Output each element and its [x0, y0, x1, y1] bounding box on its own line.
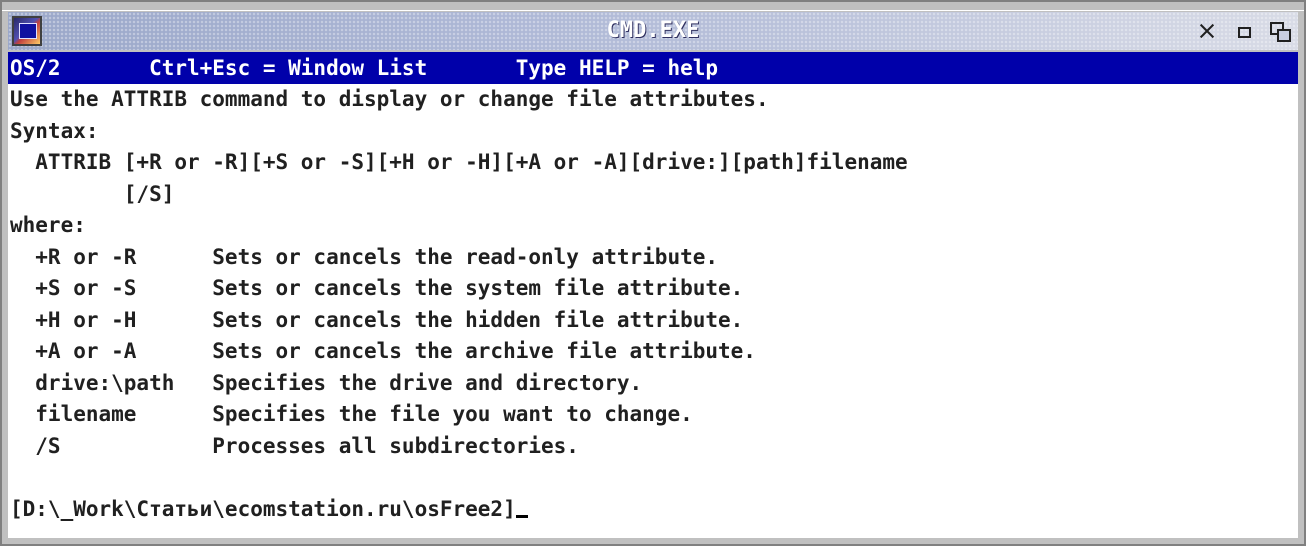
- window-title: CMD.EXE: [606, 18, 700, 43]
- minimize-icon[interactable]: [1230, 18, 1256, 44]
- console-line: Use the ATTRIB command to display or cha…: [10, 87, 769, 111]
- command-prompt: [D:\_Work\Статьи\ecomstation.ru\osFree2]: [10, 496, 516, 521]
- console-status-line: OS/2 Ctrl+Esc = Window List Type HELP = …: [8, 52, 1298, 84]
- window-top-frame: [2, 2, 1304, 11]
- console-line: [/S]: [10, 181, 175, 206]
- console-line: +H or -H Sets or cancels the hidden file…: [10, 307, 744, 332]
- title-bar[interactable]: CMD.EXE: [8, 12, 1298, 50]
- console-line: where:: [10, 213, 86, 237]
- console-line: Syntax:: [10, 118, 99, 143]
- console-line: ATTRIB [+R or -R][+S or -S][+H or -H][+A…: [10, 150, 908, 174]
- console-line: +A or -A Sets or cancels the archive fil…: [10, 339, 756, 363]
- console-line: drive:\path Specifies the drive and dire…: [10, 370, 643, 395]
- restore-icon[interactable]: [1266, 18, 1292, 44]
- console-line: /S Processes all subdirectories.: [10, 433, 579, 458]
- console-line: filename Specifies the file you want to …: [10, 402, 693, 426]
- close-icon[interactable]: [1194, 18, 1220, 44]
- command-prompt-line[interactable]: [D:\_Work\Статьи\ecomstation.ru\osFree2]: [8, 494, 1298, 526]
- cmd-window: CMD.EXE OS/2 Ctrl+Esc = Window List Type…: [0, 0, 1306, 546]
- console-line: +R or -R Sets or cancels the read-only a…: [10, 244, 719, 269]
- console-line: +S or -S Sets or cancels the system file…: [10, 276, 744, 300]
- console-area[interactable]: OS/2 Ctrl+Esc = Window List Type HELP = …: [8, 52, 1298, 538]
- text-cursor: [515, 514, 528, 518]
- title-bar-buttons: [1194, 18, 1292, 44]
